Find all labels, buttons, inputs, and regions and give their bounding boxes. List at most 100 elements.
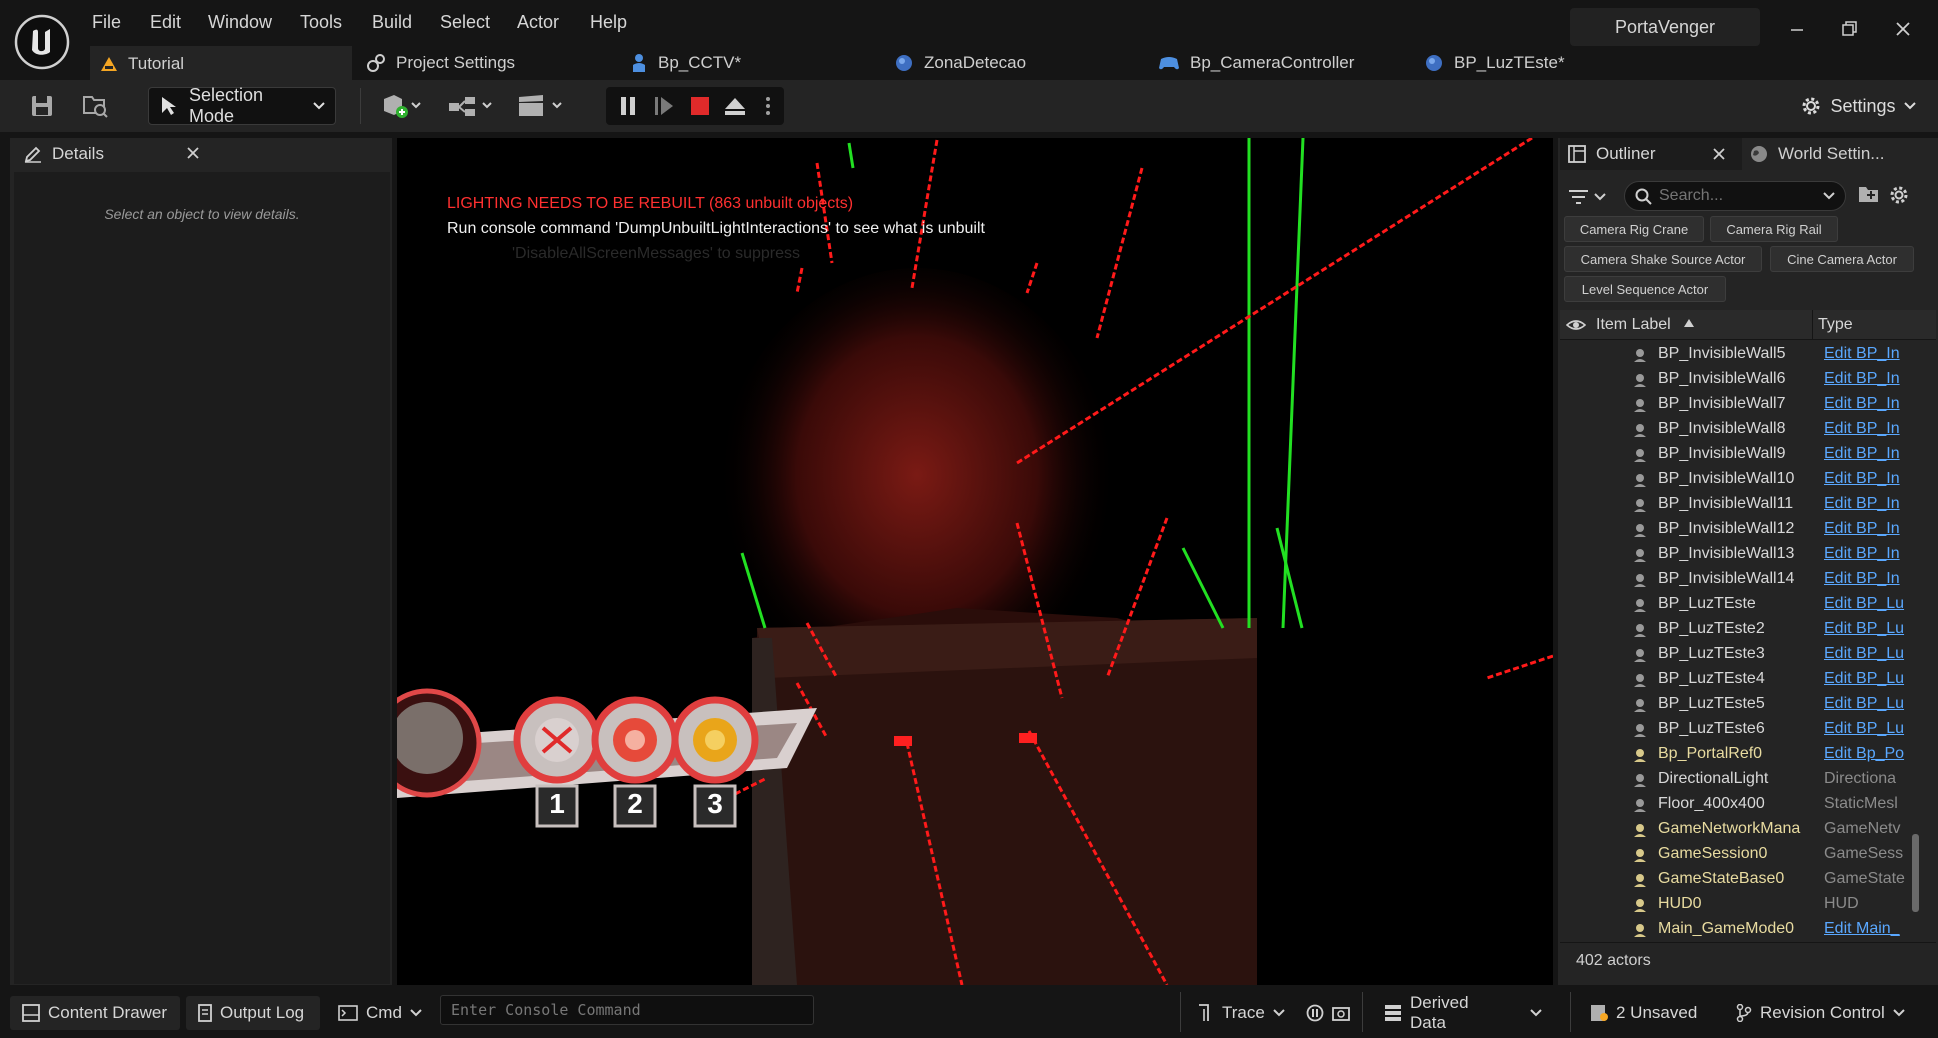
chip-camera-shake-source-actor[interactable]: Camera Shake Source Actor: [1564, 246, 1762, 272]
filter-button[interactable]: [1568, 184, 1612, 210]
outliner-row[interactable]: BP_LuzTEste Edit BP_Lu: [1560, 592, 1936, 617]
row-type[interactable]: Edit BP_In: [1824, 545, 1908, 563]
menu-actor[interactable]: Actor: [517, 12, 559, 36]
derived-data-dropdown[interactable]: Derived Data: [1384, 993, 1542, 1032]
row-type[interactable]: Edit BP_In: [1824, 520, 1908, 538]
outliner-row[interactable]: BP_LuzTEste5 Edit BP_Lu: [1560, 692, 1936, 717]
outliner-row[interactable]: BP_InvisibleWall6 Edit BP_In: [1560, 367, 1936, 392]
outliner-row[interactable]: BP_LuzTEste2 Edit BP_Lu: [1560, 617, 1936, 642]
close-tab-icon[interactable]: [1712, 147, 1726, 161]
content-drawer-button[interactable]: Content Drawer: [10, 996, 180, 1030]
eject-icon[interactable]: [720, 88, 750, 124]
outliner-row[interactable]: GameStateBase0 GameState: [1560, 867, 1936, 892]
outliner-row[interactable]: BP_LuzTEste3 Edit BP_Lu: [1560, 642, 1936, 667]
tab-project-settings[interactable]: Project Settings: [366, 46, 515, 80]
close-window-icon[interactable]: [1888, 14, 1918, 44]
row-type[interactable]: Edit BP_In: [1824, 345, 1908, 363]
row-type[interactable]: Edit BP_Lu: [1824, 620, 1908, 638]
outliner-row[interactable]: BP_LuzTEste6 Edit BP_Lu: [1560, 717, 1936, 742]
menu-help[interactable]: Help: [590, 12, 627, 36]
visibility-eye-icon[interactable]: [1566, 316, 1586, 334]
outliner-row[interactable]: BP_InvisibleWall7 Edit BP_In: [1560, 392, 1936, 417]
menu-build[interactable]: Build: [372, 12, 412, 36]
row-type[interactable]: Edit BP_Lu: [1824, 645, 1908, 663]
outliner-row[interactable]: GameNetworkMana GameNetv: [1560, 817, 1936, 842]
row-type[interactable]: Edit BP_In: [1824, 570, 1908, 588]
row-type[interactable]: Edit BP_In: [1824, 370, 1908, 388]
outliner-search-box[interactable]: [1624, 181, 1846, 211]
outliner-row[interactable]: BP_InvisibleWall11 Edit BP_In: [1560, 492, 1936, 517]
output-log-button[interactable]: Output Log: [186, 996, 320, 1030]
outliner-row[interactable]: BP_InvisibleWall8 Edit BP_In: [1560, 417, 1936, 442]
chip-camera-rig-crane[interactable]: Camera Rig Crane: [1564, 216, 1704, 242]
outliner-row[interactable]: Floor_400x400 StaticMesl: [1560, 792, 1936, 817]
outliner-row[interactable]: BP_LuzTEste4 Edit BP_Lu: [1560, 667, 1936, 692]
menu-edit[interactable]: Edit: [150, 12, 181, 36]
outliner-row[interactable]: Bp_PortalRef0 Edit Bp_Po: [1560, 742, 1936, 767]
row-type[interactable]: Edit BP_Lu: [1824, 695, 1908, 713]
close-tab-icon[interactable]: [186, 146, 200, 160]
outliner-scrollbar[interactable]: [1912, 834, 1919, 912]
menu-tools[interactable]: Tools: [300, 12, 342, 36]
unreal-logo[interactable]: [14, 14, 70, 70]
trace-dropdown[interactable]: Trace: [1198, 996, 1286, 1030]
blueprints-button[interactable]: [446, 88, 496, 124]
outliner-row[interactable]: BP_InvisibleWall13 Edit BP_In: [1560, 542, 1936, 567]
chip-level-sequence-actor[interactable]: Level Sequence Actor: [1564, 276, 1726, 302]
unsaved-button[interactable]: 2 Unsaved: [1590, 996, 1704, 1030]
tab-bp-camera-controller[interactable]: Bp_CameraController: [1158, 46, 1354, 80]
gear-icon[interactable]: [1888, 184, 1912, 208]
add-actor-button[interactable]: [378, 88, 426, 124]
details-tab[interactable]: Details: [14, 138, 210, 170]
outliner-row[interactable]: BP_InvisibleWall12 Edit BP_In: [1560, 517, 1936, 542]
menu-select[interactable]: Select: [440, 12, 490, 36]
row-type[interactable]: Edit BP_In: [1824, 395, 1908, 413]
menu-window[interactable]: Window: [208, 12, 272, 36]
row-type[interactable]: Edit Bp_Po: [1824, 745, 1908, 763]
outliner-tab[interactable]: Outliner: [1560, 138, 1742, 170]
row-type[interactable]: Edit BP_Lu: [1824, 670, 1908, 688]
row-type[interactable]: Edit Main_: [1824, 920, 1908, 938]
revision-control-dropdown[interactable]: Revision Control: [1736, 996, 1926, 1030]
settings-button[interactable]: Settings: [1790, 88, 1926, 124]
row-type[interactable]: Edit BP_Lu: [1824, 595, 1908, 613]
row-type[interactable]: Edit BP_Lu: [1824, 720, 1908, 738]
outliner-row[interactable]: HUD0 HUD: [1560, 892, 1936, 917]
outliner-row[interactable]: DirectionalLight Directiona: [1560, 767, 1936, 792]
outliner-row[interactable]: GameSession0 GameSess: [1560, 842, 1936, 867]
tab-zona-detecao[interactable]: ZonaDetecao: [894, 46, 1026, 80]
save-icon[interactable]: [26, 88, 58, 124]
frame-skip-icon[interactable]: [650, 88, 678, 124]
world-settings-tab[interactable]: World Settin...: [1742, 138, 1922, 170]
browse-icon[interactable]: [80, 88, 112, 124]
outliner-row[interactable]: BP_InvisibleWall9 Edit BP_In: [1560, 442, 1936, 467]
chip-camera-rig-rail[interactable]: Camera Rig Rail: [1710, 216, 1838, 242]
row-type[interactable]: Edit BP_In: [1824, 470, 1908, 488]
trace-controls[interactable]: [1306, 996, 1352, 1030]
stop-icon[interactable]: [686, 88, 714, 124]
minimize-icon[interactable]: [1782, 14, 1812, 44]
restore-icon[interactable]: [1834, 14, 1864, 44]
row-type[interactable]: Edit BP_In: [1824, 445, 1908, 463]
level-viewport[interactable]: 1 2 3: [397, 138, 1553, 985]
chip-cine-camera-actor[interactable]: Cine Camera Actor: [1770, 246, 1914, 272]
tab-bp-cctv[interactable]: Bp_CCTV*: [630, 46, 741, 80]
new-folder-icon[interactable]: [1858, 184, 1882, 208]
sort-ascending-icon[interactable]: [1684, 319, 1694, 327]
menu-file[interactable]: File: [92, 12, 121, 36]
cmd-dropdown[interactable]: Cmd: [338, 996, 434, 1030]
column-item-label[interactable]: Item Label: [1596, 316, 1671, 334]
outliner-row[interactable]: BP_InvisibleWall5 Edit BP_In: [1560, 342, 1936, 367]
outliner-row[interactable]: BP_InvisibleWall14 Edit BP_In: [1560, 567, 1936, 592]
outliner-row[interactable]: Main_GameMode0 Edit Main_: [1560, 917, 1936, 942]
tab-bp-luzteste[interactable]: BP_LuzTEste*: [1424, 46, 1565, 80]
row-type[interactable]: Edit BP_In: [1824, 495, 1908, 513]
outliner-row[interactable]: BP_InvisibleWall10 Edit BP_In: [1560, 467, 1936, 492]
cinematics-button[interactable]: [516, 88, 566, 124]
row-type[interactable]: Edit BP_In: [1824, 420, 1908, 438]
console-command-input[interactable]: Enter Console Command: [440, 995, 814, 1025]
tab-tutorial[interactable]: Tutorial: [90, 46, 352, 80]
pause-icon[interactable]: [614, 88, 642, 124]
column-type[interactable]: Type: [1818, 316, 1853, 334]
outliner-search-input[interactable]: [1659, 185, 1809, 207]
